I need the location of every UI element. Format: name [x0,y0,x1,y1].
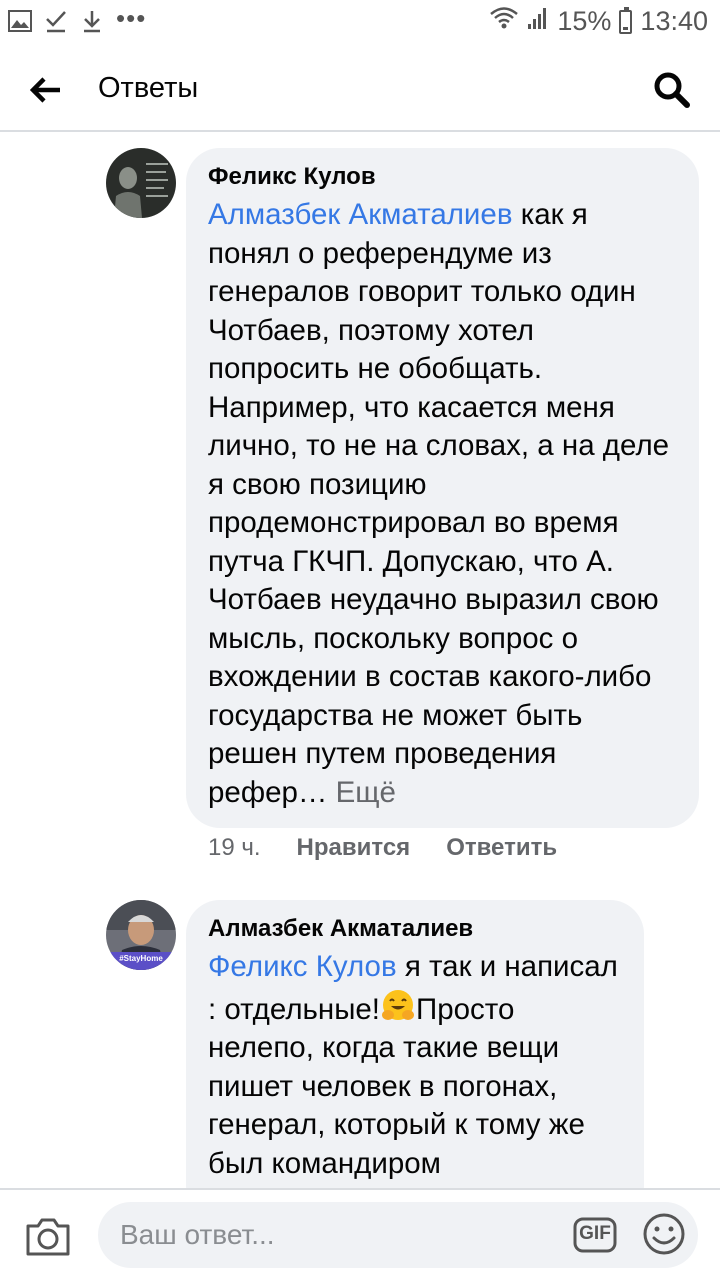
comment-text: Алмазбек Акматалиев как я понял о рефере… [208,196,677,812]
battery-percent: 15% [557,6,612,36]
wifi-icon [489,6,519,37]
gallery-notification-icon [8,8,32,34]
comment-actions: 19 ч. Нравится Ответить [208,834,557,862]
signal-icon [527,6,549,37]
gif-label: GIF [579,1223,611,1244]
search-icon [654,72,690,108]
avatar[interactable]: #StayHome [106,900,176,970]
hugging-face-emoji-icon [382,989,415,1020]
status-bar: ••• 15% 13:40 [0,0,720,48]
mention-link[interactable]: Феликс Кулов [208,950,397,983]
avatar[interactable] [106,148,176,218]
search-button[interactable] [648,66,696,114]
page-title: Ответы [98,72,199,104]
comment-bubble[interactable]: Алмазбек Акматалиев Феликс Кулов я так и… [186,900,644,1220]
reply-composer: GIF [0,1188,720,1280]
avatar-badge-text: #StayHome [119,954,163,963]
comment-author[interactable]: Феликс Кулов [208,162,677,192]
comment-timestamp: 19 ч. [208,834,261,861]
app-bar: Ответы [0,48,720,132]
gif-button[interactable]: GIF [572,1212,618,1258]
mention-link[interactable]: Алмазбек Акматалиев [208,198,513,231]
reply-button[interactable]: Ответить [446,834,557,862]
camera-button[interactable] [24,1214,72,1258]
comment-body: как я понял о референдуме из генералов г… [208,198,670,809]
comment-text: Феликс Кулов я так и написал : отдельные… [208,948,622,1183]
smiley-icon [643,1213,685,1255]
battery-icon [619,6,633,34]
download-notification-icon [80,8,104,34]
more-notifications-icon: ••• [116,3,147,33]
comment-bubble[interactable]: Феликс Кулов Алмазбек Акматалиев как я п… [186,148,699,828]
comment-author[interactable]: Алмазбек Акматалиев [208,914,622,944]
like-button[interactable]: Нравится [297,834,411,862]
see-more-link[interactable]: Ещё [336,776,396,809]
checkmark-notification-icon [44,8,68,34]
back-button[interactable] [22,68,70,112]
camera-icon [26,1218,70,1256]
arrow-left-icon [30,77,60,103]
clock: 13:40 [640,6,708,36]
emoji-button[interactable] [640,1210,688,1258]
